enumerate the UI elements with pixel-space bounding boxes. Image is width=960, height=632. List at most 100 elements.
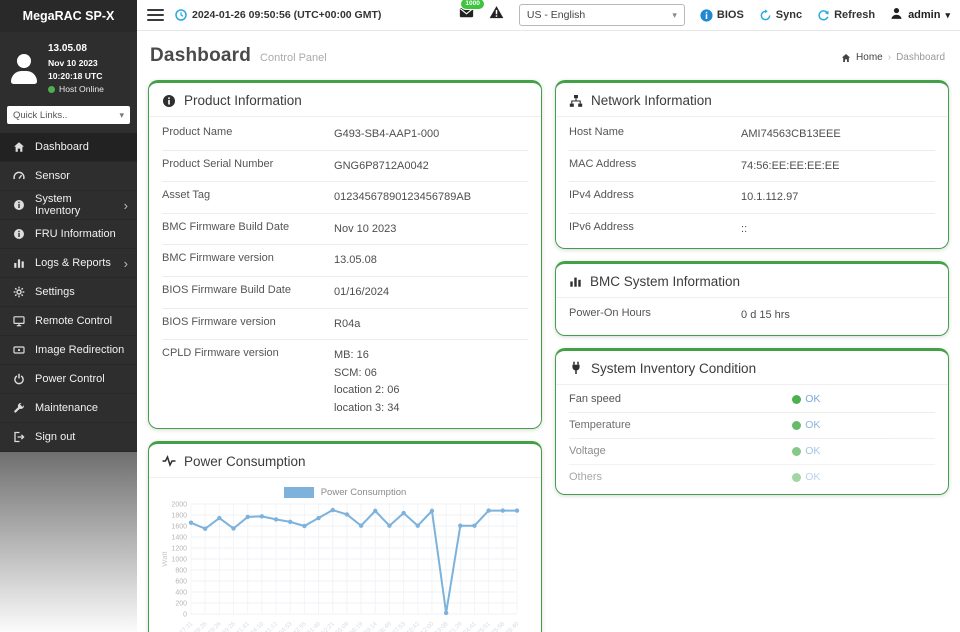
topbar: 2024-01-26 09:50:56 (UTC+00:00 GMT) 1000… <box>137 0 960 31</box>
status-row: Temperature OK <box>569 413 935 439</box>
disc-icon <box>13 344 26 356</box>
main-area: 2024-01-26 09:50:56 (UTC+00:00 GMT) 1000… <box>137 0 960 632</box>
quick-links-select[interactable]: Quick Links.. ▾ <box>7 106 130 124</box>
row-value: MB: 16 SCM: 06 location 2: 06 location 3… <box>334 347 528 417</box>
table-row: BMC Firmware Build DateNov 10 2023 <box>162 214 528 246</box>
language-select[interactable]: US - English ▾ <box>519 4 685 26</box>
table-row: CPLD Firmware versionMB: 16 SCM: 06 loca… <box>162 340 528 423</box>
chart-line <box>191 510 517 613</box>
table-row: MAC Address74:56:EE:EE:EE:EE <box>569 151 935 183</box>
user-menu-button[interactable]: admin ▾ <box>890 7 950 23</box>
user-avatar-icon <box>7 52 41 86</box>
row-value: 13.05.08 <box>334 252 528 270</box>
table-row: Product Serial NumberGNG6P8712A0042 <box>162 151 528 183</box>
refresh-icon <box>817 9 830 22</box>
legend-label: Power Consumption <box>321 487 407 498</box>
chart-point <box>458 523 462 527</box>
table-row: Host NameAMI74563CB13EEE <box>569 119 935 151</box>
power-consumption-chart: 020040060080010001200140016001800200012:… <box>159 498 525 632</box>
user-icon <box>890 7 903 23</box>
status-value: OK <box>805 419 820 431</box>
svg-text:2000: 2000 <box>171 501 187 508</box>
row-value: :: <box>741 221 935 239</box>
status-badge: OK <box>792 445 820 457</box>
chart-point <box>331 507 335 511</box>
bmc-system-information-panel: BMC System Information Power-On Hours0 d… <box>555 261 949 336</box>
sidebar-item-settings[interactable]: Settings <box>0 278 137 307</box>
sidebar-item-remote-control[interactable]: Remote Control <box>0 307 137 336</box>
row-label: Voltage <box>569 445 792 457</box>
breadcrumb-home[interactable]: Home <box>856 52 883 63</box>
y-axis-labels: 0200400600800100012001400160018002000 <box>171 501 187 618</box>
sidebar-item-power-control[interactable]: Power Control <box>0 365 137 394</box>
table-row: BMC Firmware version13.05.08 <box>162 245 528 277</box>
sidebar-item-label: System Inventory <box>35 193 115 217</box>
sidebar-footer-gradient <box>0 452 137 632</box>
chart-point <box>217 515 221 519</box>
profile-section: 13.05.08 Nov 10 2023 10:20:18 UTC Host O… <box>0 32 137 103</box>
breadcrumb: Home › Dashboard <box>841 52 945 63</box>
status-row: Fan speedOK <box>569 387 935 413</box>
row-label: Product Serial Number <box>162 158 334 170</box>
chart-point <box>231 526 235 530</box>
sidebar-item-label: Remote Control <box>35 315 112 327</box>
chart-point <box>359 523 363 527</box>
sidebar-item-system-inventory[interactable]: System Inventory › <box>0 191 137 220</box>
sidebar-item-label: FRU Information <box>35 228 116 240</box>
row-value: 74:56:EE:EE:EE:EE <box>741 158 935 176</box>
table-row: IPv6 Address:: <box>569 214 935 245</box>
row-label: Power-On Hours <box>569 307 741 319</box>
sync-button[interactable]: Sync <box>759 9 802 22</box>
sidebar-item-maintenance[interactable]: Maintenance <box>0 394 137 423</box>
chart-point <box>430 508 434 512</box>
brand-title: MegaRAC SP-X <box>0 0 137 32</box>
alerts-button[interactable] <box>489 5 504 25</box>
status-badge: OK <box>792 419 820 431</box>
sidebar-item-label: Sign out <box>35 431 75 443</box>
row-label: Temperature <box>569 419 792 431</box>
svg-text:1600: 1600 <box>171 523 187 530</box>
network-info-table: Host NameAMI74563CB13EEEMAC Address74:56… <box>556 117 948 248</box>
row-value: 0 d 15 hrs <box>741 307 935 325</box>
svg-text:200: 200 <box>175 600 187 607</box>
menu-toggle-button[interactable] <box>147 9 164 22</box>
refresh-button[interactable]: Refresh <box>817 9 875 22</box>
chevron-right-icon: › <box>124 257 128 270</box>
row-value: AMI74563CB13EEE <box>741 126 935 144</box>
system-inventory-condition-panel: System Inventory Condition Fan speedOKTe… <box>555 348 949 495</box>
chevron-down-icon: ▾ <box>119 110 124 121</box>
status-row: OthersOK <box>569 465 935 490</box>
status-badge: OK <box>792 471 820 483</box>
sidebar-item-sign-out[interactable]: Sign out <box>0 423 137 452</box>
notifications-button[interactable]: 1000 <box>459 5 474 25</box>
info-circle-icon <box>162 94 176 108</box>
svg-text:0: 0 <box>183 611 187 618</box>
chart-point <box>203 526 207 530</box>
sidebar-item-fru-information[interactable]: FRU Information <box>0 220 137 249</box>
bmc-system-table: Power-On Hours0 d 15 hrs <box>556 298 948 335</box>
panel-title: Network Information <box>591 93 712 108</box>
row-value: GNG6P8712A0042 <box>334 158 528 176</box>
bios-button[interactable]: BIOS <box>700 9 744 22</box>
row-label: CPLD Firmware version <box>162 347 334 359</box>
panel-title: Product Information <box>184 93 302 108</box>
sidebar-menu: Dashboard SensorSystem Inventory › FRU Info… <box>0 133 137 452</box>
network-information-panel: Network Information Host NameAMI74563CB1… <box>555 80 949 249</box>
svg-text:1000: 1000 <box>171 556 187 563</box>
chart-point <box>472 523 476 527</box>
sidebar-item-image-redirection[interactable]: Image Redirection <box>0 336 137 365</box>
firmware-version: 13.05.08 <box>48 41 130 57</box>
chart-point <box>260 514 264 518</box>
row-value: 01234567890123456789AB <box>334 189 528 207</box>
sidebar-item-dashboard[interactable]: Dashboard <box>0 133 137 162</box>
sidebar-item-sensor[interactable]: Sensor <box>0 162 137 191</box>
chart-point <box>345 512 349 516</box>
sidebar-item-label: Dashboard <box>35 141 89 153</box>
chevron-right-icon: › <box>124 199 128 212</box>
host-status-label: Host Online <box>59 83 104 96</box>
inventory-condition-table: Fan speedOKTemperatureOKVoltageOKOthersO… <box>556 385 948 494</box>
sidebar-item-logs-reports[interactable]: Logs & Reports› <box>0 249 137 278</box>
info-circle-icon <box>700 9 713 22</box>
sidebar-item-label: Power Control <box>35 373 105 385</box>
chevron-down-icon: ▾ <box>672 10 677 21</box>
